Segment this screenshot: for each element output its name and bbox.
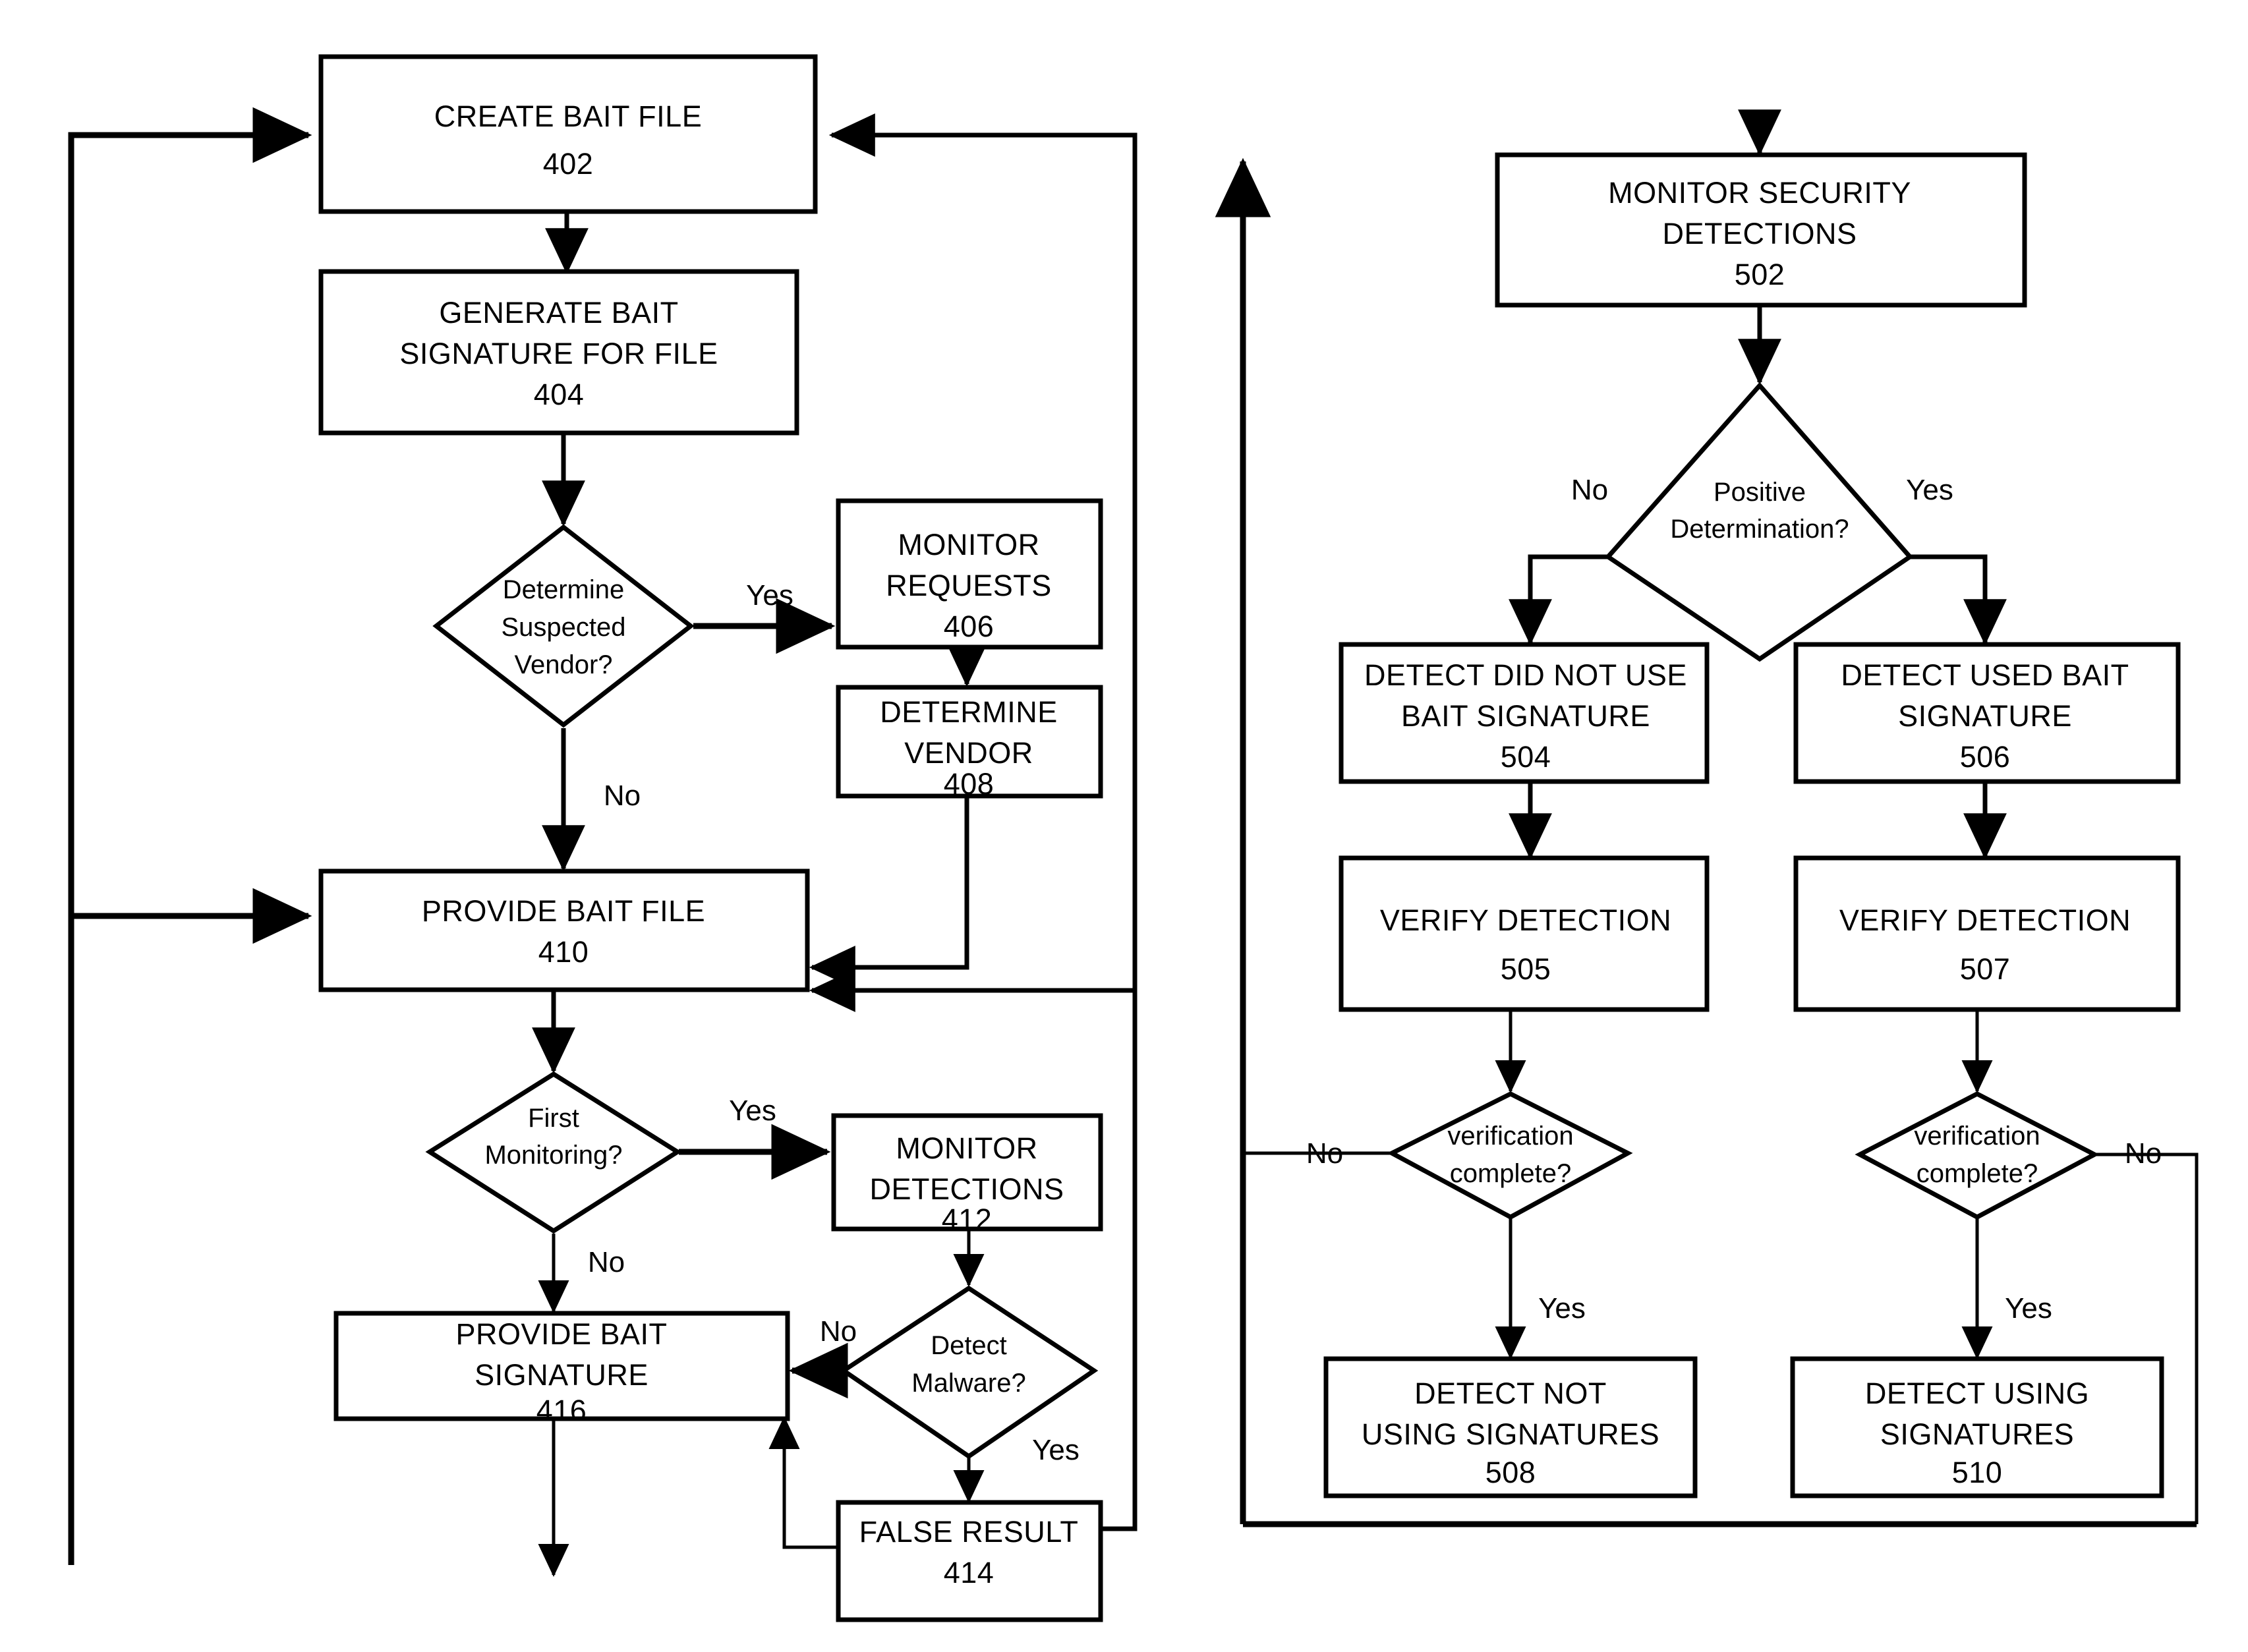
label-408-ref: 408 (944, 767, 994, 801)
label-504-line1: DETECT DID NOT USE (1364, 658, 1687, 692)
edge-left-rail (68, 132, 308, 1565)
edge-408-410 (809, 794, 969, 989)
node-402[interactable] (318, 54, 818, 214)
label-416-line2: SIGNATURE (475, 1358, 648, 1392)
label-506-ref: 506 (1960, 740, 2011, 774)
edge-d4-yes-506 (1910, 554, 2007, 646)
label-d6-line1: verification (1914, 1122, 2040, 1151)
node-verification-complete-left[interactable] (1387, 1091, 1633, 1220)
edge-label-d2-no: No (588, 1246, 625, 1278)
label-414-line1: FALSE RESULT (859, 1515, 1079, 1549)
label-502-line1: MONITOR SECURITY (1608, 176, 1911, 210)
label-510-line1: DETECT USING (1865, 1377, 2089, 1410)
label-502-ref: 502 (1735, 258, 1785, 291)
label-410-line1: PROVIDE BAIT FILE (422, 894, 705, 928)
node-verification-complete-right[interactable] (1855, 1091, 2100, 1220)
label-406-line1: MONITOR (898, 528, 1039, 561)
label-d1-line1: Determine (503, 575, 625, 604)
edge-label-d2-yes: Yes (729, 1095, 776, 1127)
label-404-ref: 404 (534, 378, 585, 411)
label-402-line1: CREATE BAIT FILE (434, 100, 702, 133)
label-416-ref: 416 (536, 1394, 587, 1427)
edge-label-d4-no: No (1571, 474, 1608, 506)
edge-414-416 (768, 1415, 838, 1549)
label-506-line1: DETECT USED BAIT (1841, 658, 2129, 692)
edge-d4-no-504 (1509, 554, 1609, 646)
label-408-line2: VENDOR (904, 736, 1033, 770)
label-d4-line1: Positive (1714, 478, 1806, 507)
edge-label-d5-yes: Yes (1538, 1292, 1586, 1324)
label-d5-line1: verification (1447, 1122, 1573, 1151)
label-412-ref: 412 (942, 1203, 993, 1236)
node-410[interactable] (318, 869, 810, 992)
label-412-line1: MONITOR (896, 1131, 1037, 1165)
label-404-line1: GENERATE BAIT (439, 296, 678, 329)
label-d6-line2: complete? (1917, 1159, 2038, 1188)
label-410-ref: 410 (538, 935, 589, 969)
label-d1-line3: Vendor? (514, 650, 612, 679)
label-402-ref: 402 (543, 147, 594, 181)
label-404-line2: SIGNATURE FOR FILE (399, 337, 718, 370)
edge-label-d3-yes: Yes (1032, 1434, 1080, 1466)
label-d2-line1: First (528, 1104, 579, 1133)
label-d4-line2: Determination? (1670, 515, 1849, 544)
label-d2-line2: Monitoring? (484, 1141, 622, 1170)
edge-label-d6-yes: Yes (2005, 1292, 2052, 1324)
label-510-line2: SIGNATURES (1880, 1417, 2074, 1451)
label-d5-line2: complete? (1450, 1159, 1572, 1188)
label-406-ref: 406 (944, 610, 994, 643)
label-502-line2: DETECTIONS (1662, 217, 1857, 250)
label-504-ref: 504 (1501, 740, 1551, 774)
label-d3-line2: Malware? (911, 1369, 1025, 1398)
label-416-line1: PROVIDE BAIT (455, 1317, 667, 1351)
label-510-ref: 510 (1952, 1456, 2003, 1489)
label-508-line2: USING SIGNATURES (1362, 1417, 1659, 1451)
flowchart-svg: CREATE BAIT FILE 402 GENERATE BAIT SIGNA… (68, 54, 2199, 1622)
label-505-ref: 505 (1501, 952, 1551, 986)
label-508-line1: DETECT NOT (1414, 1377, 1607, 1410)
label-412-line2: DETECTIONS (869, 1172, 1064, 1206)
edge-label-d5-no: No (1306, 1137, 1343, 1170)
label-406-line2: REQUESTS (886, 569, 1052, 602)
diagram-canvas: CREATE BAIT FILE 402 GENERATE BAIT SIGNA… (0, 0, 2248, 1652)
label-507-line1: VERIFY DETECTION (1839, 903, 2131, 937)
label-505-line1: VERIFY DETECTION (1380, 903, 1671, 937)
edge-label-d1-yes: Yes (746, 579, 793, 612)
edge-label-d6-no: No (2125, 1137, 2162, 1170)
label-507-ref: 507 (1960, 952, 2011, 986)
label-414-ref: 414 (944, 1556, 994, 1589)
label-d3-line1: Detect (931, 1331, 1007, 1360)
label-d1-line2: Suspected (501, 613, 625, 642)
edge-label-d1-no: No (604, 780, 641, 812)
edge-label-d4-yes: Yes (1906, 474, 1953, 506)
label-506-line2: SIGNATURE (1898, 699, 2072, 733)
edge-label-d3-no: No (820, 1315, 857, 1348)
label-408-line1: DETERMINE (880, 695, 1058, 729)
label-504-line2: BAIT SIGNATURE (1401, 699, 1650, 733)
label-508-ref: 508 (1485, 1456, 1536, 1489)
